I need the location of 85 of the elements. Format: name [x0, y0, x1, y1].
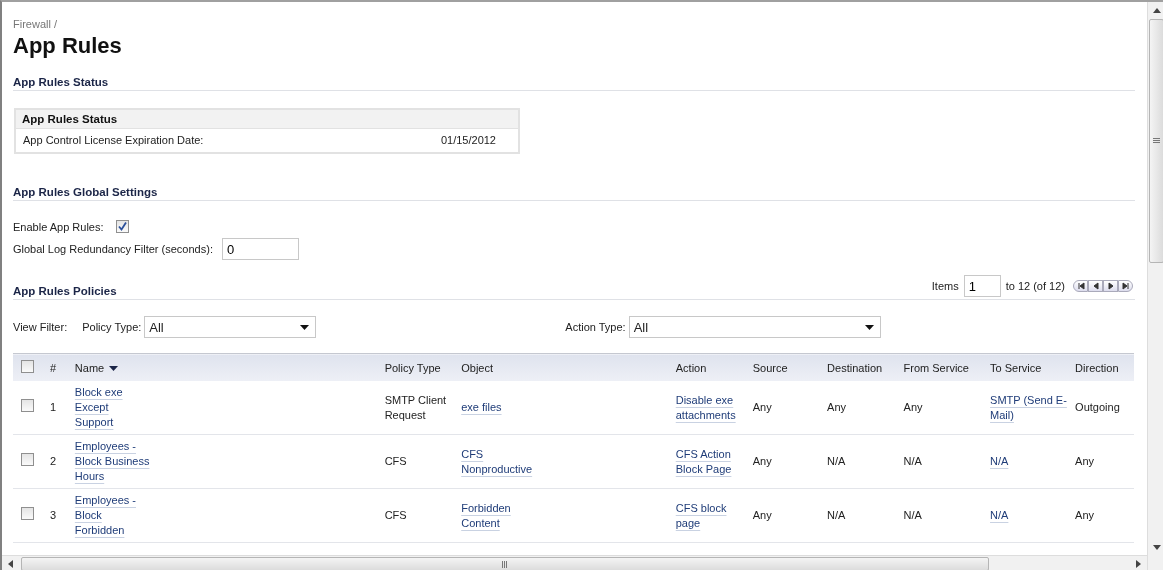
table-link[interactable]: Disable exe attachments — [675, 392, 738, 423]
table-link[interactable]: CFS Nonproductive — [461, 446, 534, 477]
table-title: App Rules Status — [16, 110, 518, 129]
section-heading: App Rules Global Settings — [13, 186, 158, 198]
next-page-button[interactable] — [1103, 280, 1118, 292]
vertical-scrollbar[interactable] — [1147, 2, 1163, 570]
table-link[interactable]: N/A — [990, 454, 1009, 469]
dropdown[interactable]: All — [144, 316, 317, 338]
page-input-field[interactable]: 1 — [963, 275, 1001, 297]
table-cell: 2 — [50, 455, 57, 467]
field-value: 01/15/2012 — [440, 134, 496, 146]
table-link[interactable]: SMTP (Send E-Mail) — [990, 392, 1068, 423]
scroll-left-icon[interactable] — [8, 560, 13, 568]
table-cell: CFS — [384, 508, 407, 523]
column-header[interactable]: Name — [74, 361, 119, 374]
table-cell: Any — [827, 401, 847, 413]
column-header[interactable]: Object — [461, 361, 493, 374]
column-header[interactable]: Source — [752, 361, 788, 374]
scroll-right-icon[interactable] — [1136, 560, 1141, 568]
field-label: Policy Type: — [82, 321, 142, 333]
first-page-icon — [1076, 282, 1085, 290]
field-label: Enable App Rules: — [13, 220, 104, 233]
field-label: Global Log Redundancy Filter (seconds): — [13, 243, 213, 255]
column-header[interactable]: From Service — [903, 361, 969, 374]
horizontal-scrollbar[interactable] — [2, 555, 1147, 570]
table-link[interactable]: Forbidden Content — [461, 500, 534, 531]
checkbox[interactable] — [21, 360, 34, 373]
previous-page-icon — [1091, 282, 1100, 290]
scrollbar-thumb[interactable] — [1149, 19, 1163, 263]
last-page-button[interactable] — [1118, 280, 1133, 292]
table-cell: Any — [1075, 455, 1095, 467]
caret-icon — [300, 324, 310, 330]
grip-icon — [502, 560, 508, 568]
field-label: Action Type: — [565, 321, 626, 333]
table-cell: N/A — [827, 509, 846, 521]
section-heading: App Rules Status — [13, 76, 109, 88]
scrollbar-thumb[interactable] — [21, 557, 989, 570]
table-cell: Any — [903, 401, 923, 413]
table-cell: N/A — [827, 455, 846, 467]
table-link[interactable]: Employees - Block Forbidden — [74, 493, 150, 538]
table-link[interactable]: Employees - Block Business Hours — [74, 439, 150, 484]
table-link[interactable]: Block exe Except Support — [74, 385, 150, 430]
table-cell: 3 — [50, 509, 57, 521]
breadcrumb-link[interactable]: Firewall / — [13, 18, 57, 30]
table-link[interactable]: N/A — [990, 508, 1009, 523]
table-cell: Any — [1075, 509, 1095, 521]
first-page-button[interactable] — [1073, 280, 1088, 292]
section-heading: App Rules Policies — [13, 285, 117, 297]
table-link[interactable]: exe files — [461, 400, 502, 415]
grip-icon — [1153, 138, 1160, 144]
field-label: App Control License Expiration Date: — [23, 134, 204, 146]
column-header[interactable]: Direction — [1075, 361, 1119, 374]
table-cell: Any — [752, 509, 772, 521]
table-cell-text: SMTP Client Request — [384, 392, 448, 423]
previous-page-button[interactable] — [1088, 280, 1103, 292]
page-title: App Rules — [13, 33, 123, 59]
dropdown[interactable]: All — [628, 316, 881, 338]
next-page-icon — [1106, 282, 1115, 290]
scroll-up-icon[interactable] — [1152, 8, 1161, 13]
table-cell: N/A — [903, 455, 922, 467]
checkbox[interactable] — [21, 453, 34, 466]
table-link[interactable]: CFS block page — [675, 500, 738, 531]
table-cell: Any — [752, 401, 772, 413]
filter-label: View Filter: — [13, 321, 68, 333]
pager-range: to 12 (of 12) — [1005, 280, 1065, 292]
scroll-down-icon[interactable] — [1152, 545, 1161, 550]
input-field[interactable]: 0 — [221, 238, 299, 260]
checkbox[interactable] — [21, 507, 34, 520]
checkbox[interactable] — [21, 399, 34, 412]
column-header[interactable]: Action — [675, 361, 707, 374]
table-link[interactable]: CFS Action Block Page — [675, 446, 738, 477]
table-cell: Outgoing — [1075, 401, 1120, 413]
table-cell: Any — [752, 455, 772, 467]
column-header[interactable]: To Service — [990, 361, 1042, 374]
sort-caret-icon — [109, 366, 119, 372]
column-header[interactable]: # — [50, 361, 57, 374]
column-header[interactable]: Destination — [827, 361, 883, 374]
last-page-icon — [1121, 282, 1130, 290]
pager-label: Items — [931, 280, 959, 292]
table-cell: N/A — [903, 509, 922, 521]
caret-icon — [864, 324, 874, 330]
table-cell: CFS — [384, 454, 407, 469]
checkbox[interactable] — [115, 220, 129, 233]
table-cell: 1 — [50, 401, 57, 413]
column-header[interactable]: Policy Type — [384, 361, 441, 374]
